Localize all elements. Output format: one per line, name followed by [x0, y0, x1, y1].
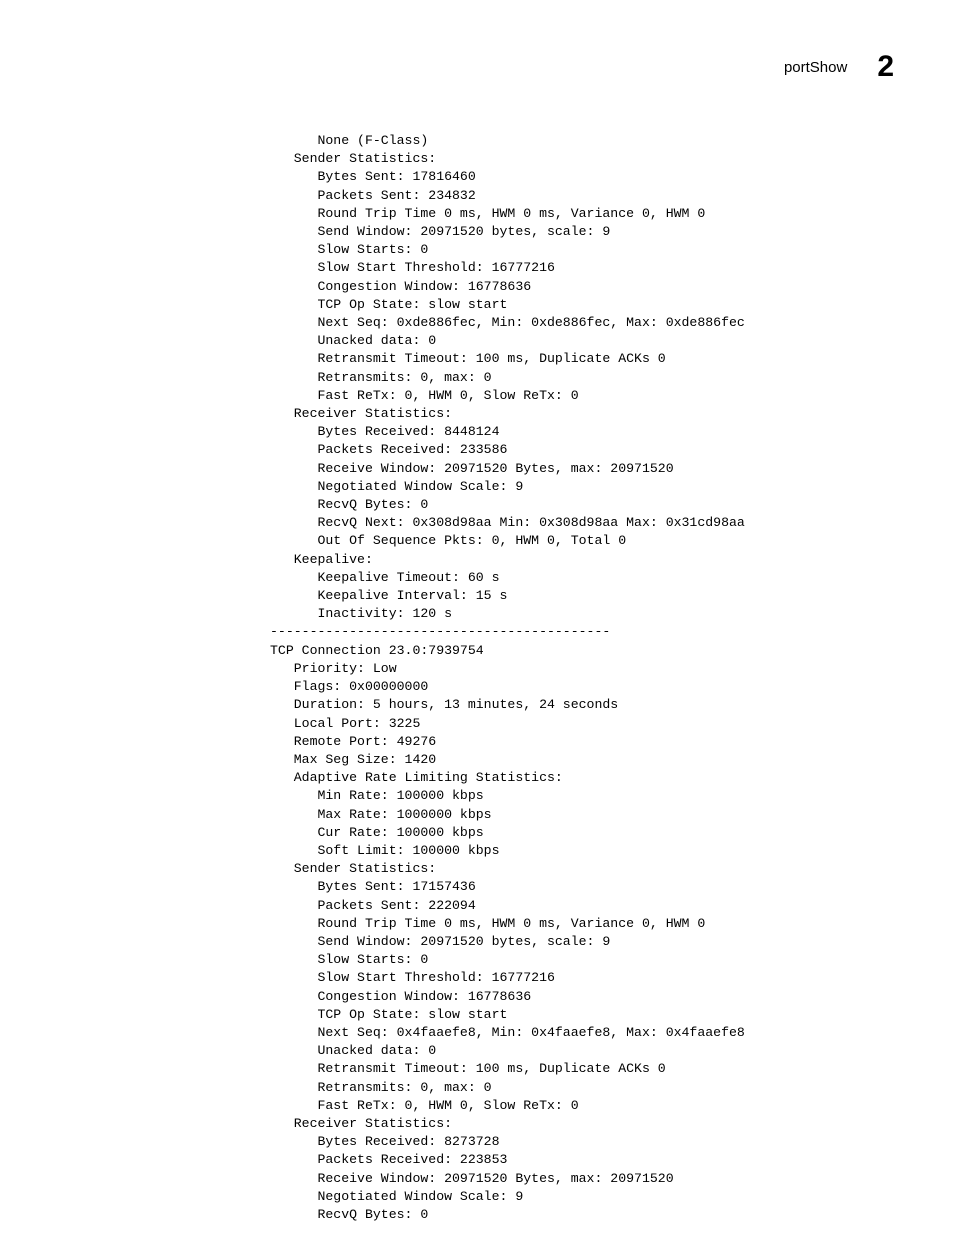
- terminal-output: None (F-Class) Sender Statistics: Bytes …: [0, 132, 954, 1224]
- page-header: portShow 2: [784, 50, 894, 84]
- document-page: portShow 2 None (F-Class) Sender Statist…: [0, 0, 954, 1235]
- header-command: portShow: [784, 59, 847, 76]
- header-chapter-number: 2: [877, 50, 894, 84]
